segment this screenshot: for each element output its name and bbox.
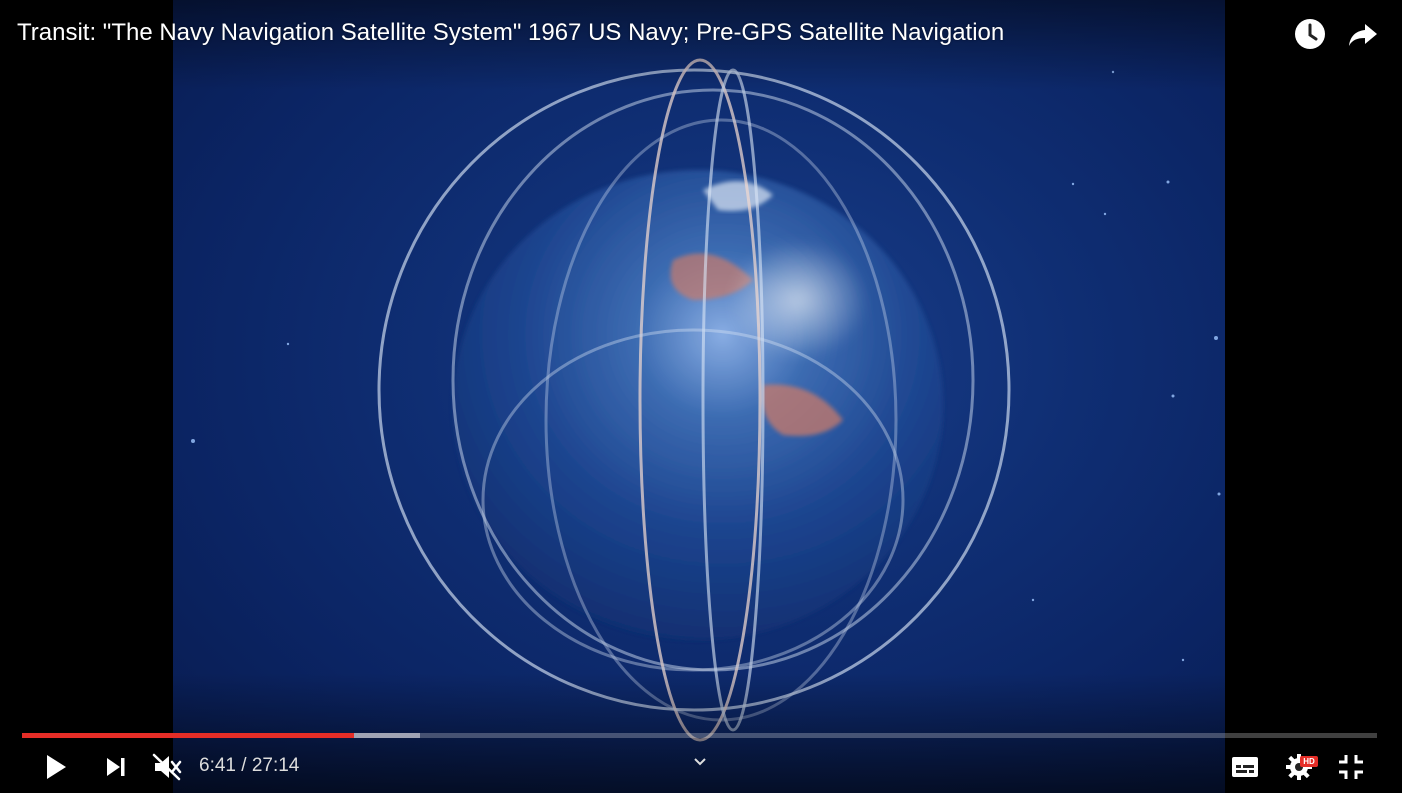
- clock-icon: [1295, 19, 1325, 49]
- progress-bar[interactable]: [22, 733, 1377, 738]
- chevron-down-icon: [694, 758, 706, 766]
- settings-button[interactable]: [1280, 748, 1318, 786]
- skip-next-icon: [107, 758, 125, 776]
- watch-later-button[interactable]: [1293, 17, 1329, 53]
- progress-played: [22, 733, 354, 738]
- share-button[interactable]: [1346, 17, 1382, 53]
- time-display: 6:41 / 27:14: [199, 755, 299, 777]
- video-title[interactable]: Transit: "The Navy Navigation Satellite …: [17, 19, 1004, 47]
- share-arrow-icon: [1349, 24, 1377, 46]
- subtitles-button[interactable]: [1226, 748, 1264, 786]
- hd-badge: HD: [1300, 756, 1318, 767]
- play-icon: [47, 755, 66, 779]
- mute-button[interactable]: [147, 748, 187, 786]
- exit-fullscreen-icon: [1339, 755, 1363, 779]
- play-button[interactable]: [36, 748, 76, 786]
- video-player[interactable]: Transit: "The Navy Navigation Satellite …: [0, 0, 1402, 793]
- subtitles-icon: [1232, 757, 1258, 777]
- exit-fullscreen-button[interactable]: [1332, 748, 1370, 786]
- time-separator: /: [235, 755, 252, 776]
- volume-muted-icon: [152, 753, 182, 781]
- duration: 27:14: [251, 755, 300, 776]
- current-time: 6:41: [199, 755, 236, 776]
- next-button[interactable]: [96, 748, 136, 786]
- chevron-down-button[interactable]: [688, 752, 712, 772]
